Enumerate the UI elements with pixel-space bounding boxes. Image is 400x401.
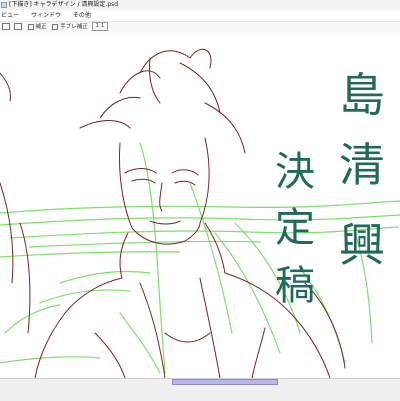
drawing-canvas[interactable]: 島 清 興 決 定 稿 xyxy=(0,33,400,378)
horizontal-scrollbar[interactable] xyxy=(0,378,400,401)
scrollbar-thumb[interactable] xyxy=(172,379,278,385)
note-text-name: 島 清 興 xyxy=(339,68,385,272)
menu-bar: ビュー ウィンドウ その他 xyxy=(0,10,400,21)
note-text-status: 決 定 稿 xyxy=(275,149,315,309)
scale-field[interactable]: 1:1 xyxy=(91,22,109,31)
stabilizer-label: 補正 xyxy=(35,24,47,30)
menu-item-other[interactable]: その他 xyxy=(68,10,96,21)
note-status-char-2: 定 xyxy=(275,205,315,251)
window-title: [下描き] キャラデザイン / 清興設定.psd xyxy=(9,1,119,8)
note-status-char-3: 稿 xyxy=(275,263,315,309)
menu-item-view[interactable]: ビュー xyxy=(0,10,24,21)
app-icon xyxy=(1,2,7,8)
zoom-icon[interactable] xyxy=(2,23,10,30)
scale-label: 手ブレ補正 xyxy=(60,24,88,30)
rotate-icon[interactable] xyxy=(13,23,22,30)
note-status-char-1: 決 xyxy=(275,149,315,195)
note-name-char-2: 清 xyxy=(339,138,385,192)
note-name-char-3: 興 xyxy=(339,218,385,272)
note-name-char-1: 島 xyxy=(339,68,385,122)
scale-checkbox[interactable] xyxy=(52,23,59,30)
stabilizer-checkbox[interactable] xyxy=(27,23,34,30)
menu-item-window[interactable]: ウィンドウ xyxy=(26,10,66,21)
